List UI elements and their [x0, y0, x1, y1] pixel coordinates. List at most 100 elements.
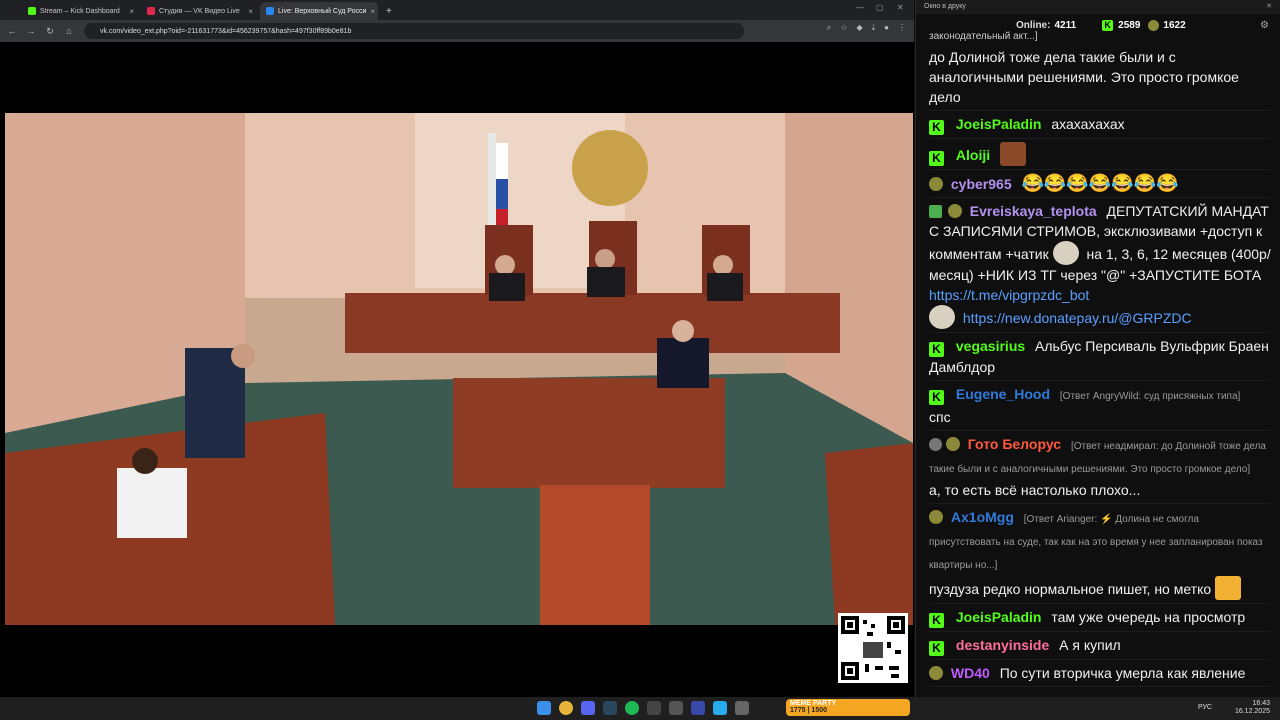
- app-icon[interactable]: [735, 701, 749, 715]
- list-item: Гото Белорус [Ответ неадмирал: до Долино…: [929, 431, 1271, 504]
- message-text: спс: [929, 409, 951, 425]
- bookmark-star-icon[interactable]: ☆: [840, 23, 847, 33]
- kick-badge-icon: K: [929, 342, 944, 357]
- qr-code: [838, 613, 908, 683]
- subscriber-badge-icon: [929, 666, 943, 680]
- reply-quote: [Ответ AngryWild: суд присяжных типа]: [1059, 391, 1241, 402]
- username[interactable]: Ax1oMgg: [951, 509, 1014, 525]
- message-text: пуздуза редко нормальное пишет, но метко: [929, 581, 1212, 597]
- spotify-icon[interactable]: [625, 701, 639, 715]
- download-icon[interactable]: ⤓: [872, 23, 876, 33]
- minimize-icon[interactable]: —: [856, 3, 864, 12]
- username[interactable]: Aloiji: [956, 147, 990, 163]
- tab-kick-dashboard[interactable]: Stream – Kick Dashboard ×: [22, 2, 140, 20]
- settings-gear-icon[interactable]: ⚙: [1260, 20, 1269, 31]
- username[interactable]: Evreiskaya_teplota: [970, 203, 1097, 219]
- online-label: Online:: [1016, 19, 1051, 31]
- close-icon[interactable]: ×: [129, 7, 134, 16]
- subscriber-badge-icon: [947, 204, 962, 218]
- message-text: законодательный акт...]: [929, 31, 1038, 42]
- video-player[interactable]: [5, 113, 913, 625]
- kick-icon: K: [1102, 19, 1114, 31]
- list-item: K JoeisPaladin там уже очередь на просмо…: [929, 604, 1271, 632]
- kick-badge-icon: K: [929, 120, 944, 135]
- system-tray: РУС 16:43 16.12.2025: [1198, 700, 1270, 716]
- extension-icon[interactable]: ◆: [856, 23, 862, 33]
- list-item: K vegasirius Альбус Персиваль Вульфрик Б…: [929, 333, 1271, 381]
- tab-bar: Stream – Kick Dashboard × Студия — VK Ви…: [0, 0, 914, 20]
- tab-label: Live: Верховный Суд Росси: [278, 7, 367, 15]
- username[interactable]: Гото Белорус: [968, 436, 1061, 452]
- online-count: 4211: [1054, 19, 1077, 31]
- windows-taskbar: MEME PARTY 1775 | 1500 РУС 16:43 16.12.2…: [0, 697, 1280, 720]
- tab-supreme-court-live[interactable]: Live: Верховный Суд Росси ×: [260, 2, 378, 20]
- discord-icon[interactable]: [581, 701, 595, 715]
- username[interactable]: cyber965: [951, 176, 1012, 192]
- username[interactable]: vegasirius: [956, 338, 1025, 354]
- telegram-bot-link[interactable]: https://t.me/vipgrpzdc_bot: [929, 287, 1089, 303]
- username[interactable]: JoeisPaladin: [956, 609, 1042, 625]
- moderator-badge-icon: [929, 205, 942, 218]
- username[interactable]: destanyinside: [956, 637, 1049, 653]
- chat-window: Окно в друку ✕ Online: 4211 K 2589 1622 …: [915, 0, 1280, 697]
- start-windows-icon[interactable]: [537, 701, 551, 715]
- clock-time: 16:43: [1252, 700, 1270, 707]
- chat-window-title: Окно в друку: [924, 3, 966, 10]
- kick-badge-icon: K: [929, 151, 944, 166]
- forward-icon[interactable]: →: [24, 24, 38, 38]
- widget-title: MEME PARTY: [790, 700, 837, 707]
- kick-badge-icon: K: [929, 613, 944, 628]
- obs-icon[interactable]: [647, 701, 661, 715]
- points-count: 1622: [1163, 19, 1186, 31]
- browser-window: Stream – Kick Dashboard × Студия — VK Ви…: [0, 0, 914, 697]
- input-language[interactable]: РУС: [1198, 704, 1212, 712]
- browser-toolbar: ← → ↻ ⌂ vk.com/video_ext.php?oid=-211631…: [0, 20, 914, 42]
- clock-date: 16.12.2025: [1234, 708, 1270, 715]
- chrome-icon[interactable]: [559, 701, 573, 715]
- steam-icon[interactable]: [603, 701, 617, 715]
- list-item: до Долиной тоже дела такие были и с анал…: [929, 44, 1271, 111]
- kick-viewers-count: 2589: [1118, 19, 1141, 31]
- home-icon[interactable]: ⌂: [62, 24, 76, 38]
- emote-image: [1000, 142, 1027, 166]
- app-icon[interactable]: [669, 701, 683, 715]
- subscriber-badge-icon: [945, 437, 960, 451]
- app-icon[interactable]: [691, 701, 705, 715]
- username[interactable]: WD40: [951, 665, 990, 681]
- username[interactable]: JoeisPaladin: [956, 116, 1042, 132]
- kick-icon: [28, 7, 36, 15]
- list-item: K Eugene_Hood [Ответ AngryWild: суд прис…: [929, 381, 1271, 431]
- close-window-icon[interactable]: ✕: [1266, 2, 1272, 10]
- donatepay-link[interactable]: https://new.donatepay.ru/@GRPZDC: [963, 310, 1192, 326]
- list-item: законодательный акт...]: [929, 30, 1271, 44]
- username[interactable]: Eugene_Hood: [956, 386, 1050, 402]
- menu-icon[interactable]: ⋮: [898, 23, 906, 33]
- chat-message-list: законодательный акт...] до Долиной тоже …: [916, 30, 1280, 687]
- vk-icon: [266, 7, 274, 15]
- list-item: K Aloiji: [929, 139, 1271, 170]
- address-bar[interactable]: vk.com/video_ext.php?oid=-211631773&id=4…: [84, 23, 744, 39]
- close-icon[interactable]: ×: [248, 7, 253, 16]
- message-text: По сути вторичка умерла как явление: [999, 665, 1246, 681]
- new-tab-button[interactable]: +: [380, 2, 396, 20]
- courtroom-stream-frame: [5, 113, 913, 625]
- cat-emote-icon: [1215, 576, 1242, 600]
- subscriber-badge-icon: [929, 177, 943, 191]
- close-window-icon[interactable]: ✕: [897, 3, 904, 12]
- zoom-icon[interactable]: ⌕: [827, 23, 831, 33]
- points-icon: [1148, 19, 1160, 31]
- chat-window-titlebar: Окно в друку ✕: [916, 0, 1280, 14]
- back-icon[interactable]: ←: [5, 24, 19, 38]
- telegram-icon[interactable]: [713, 701, 727, 715]
- close-icon[interactable]: ×: [370, 7, 375, 16]
- maximize-icon[interactable]: ▢: [876, 3, 884, 12]
- kick-badge-icon: K: [929, 641, 944, 656]
- list-item: Evreiskaya_teplota ДЕПУТАТСКИЙ МАНДАТ С …: [929, 198, 1271, 333]
- reload-icon[interactable]: ↻: [43, 24, 57, 38]
- list-item: Ax1oMgg [Ответ Arianger: ⚡ Долина не смо…: [929, 504, 1271, 604]
- vk-video-icon: [147, 7, 155, 15]
- tab-vk-studio[interactable]: Студия — VK Видео Live ×: [141, 2, 259, 20]
- taskbar-apps: [533, 701, 753, 715]
- profile-icon[interactable]: ●: [884, 23, 889, 33]
- message-text: до Долиной тоже дела такие были и с анал…: [929, 49, 1239, 105]
